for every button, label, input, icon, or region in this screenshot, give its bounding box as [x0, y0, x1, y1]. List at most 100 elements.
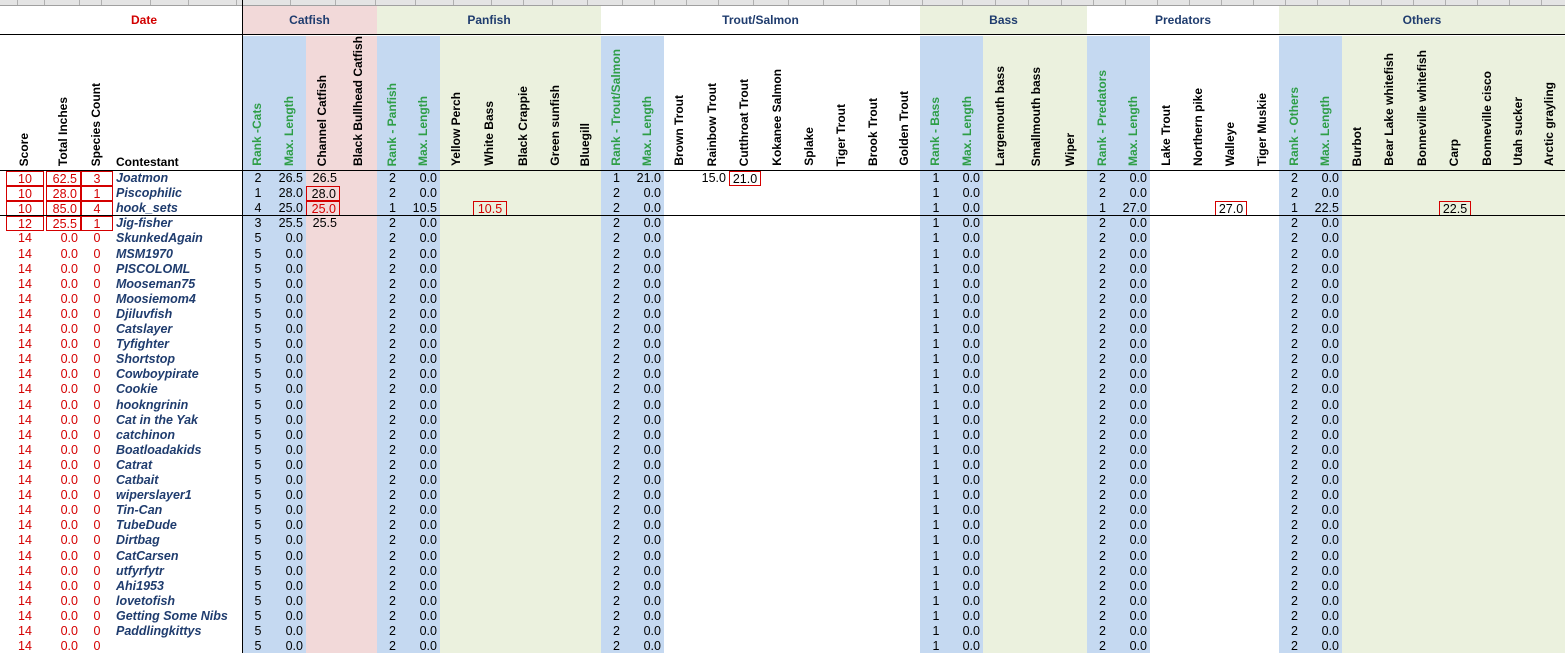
cell-pan-max[interactable]: 0.0	[408, 337, 440, 352]
cell-inches[interactable]: 0.0	[46, 352, 81, 367]
cell-score[interactable]: 14	[6, 277, 44, 292]
cell-trout-rank[interactable]: 2	[601, 292, 632, 307]
cell-species[interactable]: 3	[81, 171, 113, 186]
cell-species[interactable]: 0	[81, 247, 113, 262]
cell-cutthroat[interactable]: 21.0	[729, 171, 761, 186]
cell-inches[interactable]: 0.0	[46, 594, 81, 609]
cell-cats-max[interactable]: 0.0	[274, 564, 306, 579]
cell-bass-max[interactable]: 0.0	[952, 186, 983, 201]
cell-pan-rank[interactable]: 2	[377, 533, 408, 548]
cell-bass-rank[interactable]: 1	[920, 428, 952, 443]
cell-score[interactable]: 14	[6, 458, 44, 473]
cell-trout-max[interactable]: 0.0	[632, 564, 664, 579]
cell-channel[interactable]: 25.5	[306, 216, 340, 231]
cell-oth-rank[interactable]: 2	[1279, 277, 1310, 292]
cell-pred-max[interactable]: 0.0	[1118, 549, 1150, 564]
cell-pred-rank[interactable]: 1	[1087, 201, 1118, 216]
cell-trout-max[interactable]: 0.0	[632, 473, 664, 488]
cell-trout-max[interactable]: 0.0	[632, 609, 664, 624]
cell-pan-rank[interactable]: 2	[377, 473, 408, 488]
cell-trout-max[interactable]: 0.0	[632, 186, 664, 201]
cell-cats-max[interactable]: 0.0	[274, 322, 306, 337]
cell-cats-max[interactable]: 0.0	[274, 398, 306, 413]
cell-inches[interactable]: 0.0	[46, 292, 81, 307]
cell-pan-max[interactable]: 0.0	[408, 277, 440, 292]
cell-pred-rank[interactable]: 2	[1087, 382, 1118, 397]
cell-score[interactable]: 14	[6, 367, 44, 382]
cell-oth-rank[interactable]: 2	[1279, 171, 1310, 186]
cell-oth-max[interactable]: 0.0	[1310, 639, 1342, 654]
cell-oth-max[interactable]: 0.0	[1310, 518, 1342, 533]
cell-cats-rank[interactable]: 5	[242, 609, 274, 624]
cell-species[interactable]: 0	[81, 382, 113, 397]
cell-trout-max[interactable]: 0.0	[632, 488, 664, 503]
cell-carp[interactable]: 22.5	[1439, 201, 1471, 217]
cell-inches[interactable]: 0.0	[46, 609, 81, 624]
cell-species[interactable]: 0	[81, 277, 113, 292]
cell-bass-max[interactable]: 0.0	[952, 367, 983, 382]
cell-bass-max[interactable]: 0.0	[952, 247, 983, 262]
cell-pred-rank[interactable]: 2	[1087, 231, 1118, 246]
contestant-name[interactable]: Tin-Can	[114, 503, 242, 518]
cell-oth-max[interactable]: 0.0	[1310, 292, 1342, 307]
cell-pan-rank[interactable]: 2	[377, 594, 408, 609]
cell-oth-max[interactable]: 0.0	[1310, 609, 1342, 624]
cell-bass-rank[interactable]: 1	[920, 594, 952, 609]
cell-pred-rank[interactable]: 2	[1087, 579, 1118, 594]
cell-bass-max[interactable]: 0.0	[952, 488, 983, 503]
cell-bass-rank[interactable]: 1	[920, 518, 952, 533]
cell-pred-max[interactable]: 0.0	[1118, 639, 1150, 654]
cell-white-bass[interactable]: 10.5	[473, 201, 507, 217]
cell-pan-rank[interactable]: 2	[377, 639, 408, 654]
cell-cats-rank[interactable]: 5	[242, 352, 274, 367]
cell-oth-rank[interactable]: 2	[1279, 231, 1310, 246]
cell-species[interactable]: 0	[81, 609, 113, 624]
cell-cats-rank[interactable]: 5	[242, 594, 274, 609]
cell-species[interactable]: 0	[81, 624, 113, 639]
cell-cats-max[interactable]: 0.0	[274, 443, 306, 458]
cell-oth-rank[interactable]: 2	[1279, 337, 1310, 352]
cell-inches[interactable]: 0.0	[46, 579, 81, 594]
cell-oth-rank[interactable]: 2	[1279, 549, 1310, 564]
cell-pred-rank[interactable]: 2	[1087, 413, 1118, 428]
cell-cats-rank[interactable]: 5	[242, 473, 274, 488]
cell-cats-max[interactable]: 0.0	[274, 247, 306, 262]
cell-bass-max[interactable]: 0.0	[952, 624, 983, 639]
cell-score[interactable]: 14	[6, 639, 44, 654]
cell-cats-max[interactable]: 26.5	[274, 171, 306, 186]
cell-pred-rank[interactable]: 2	[1087, 337, 1118, 352]
cell-channel[interactable]: 25.0	[306, 201, 340, 217]
cell-pred-rank[interactable]: 2	[1087, 594, 1118, 609]
cell-bass-rank[interactable]: 1	[920, 262, 952, 277]
cell-cats-max[interactable]: 0.0	[274, 382, 306, 397]
cell-oth-rank[interactable]: 2	[1279, 473, 1310, 488]
cell-bass-rank[interactable]: 1	[920, 216, 952, 231]
cell-score[interactable]: 14	[6, 473, 44, 488]
cell-pan-rank[interactable]: 2	[377, 398, 408, 413]
cell-trout-rank[interactable]: 2	[601, 609, 632, 624]
cell-trout-rank[interactable]: 2	[601, 473, 632, 488]
cell-cats-max[interactable]: 0.0	[274, 503, 306, 518]
cell-pred-max[interactable]: 0.0	[1118, 262, 1150, 277]
contestant-name[interactable]: Getting Some Nibs	[114, 609, 242, 624]
cell-pan-rank[interactable]: 2	[377, 231, 408, 246]
cell-species[interactable]: 0	[81, 518, 113, 533]
cell-pan-max[interactable]: 0.0	[408, 171, 440, 186]
cell-oth-rank[interactable]: 2	[1279, 307, 1310, 322]
cell-cats-max[interactable]: 0.0	[274, 277, 306, 292]
cell-trout-max[interactable]: 0.0	[632, 262, 664, 277]
cell-pan-rank[interactable]: 2	[377, 503, 408, 518]
cell-trout-max[interactable]: 0.0	[632, 594, 664, 609]
cell-pred-max[interactable]: 0.0	[1118, 488, 1150, 503]
cell-pred-rank[interactable]: 2	[1087, 624, 1118, 639]
contestant-name[interactable]: Catrat	[114, 458, 242, 473]
cell-cats-max[interactable]: 28.0	[274, 186, 306, 201]
cell-cats-rank[interactable]: 3	[242, 216, 274, 231]
cell-trout-max[interactable]: 0.0	[632, 231, 664, 246]
cell-bass-max[interactable]: 0.0	[952, 458, 983, 473]
contestant-name[interactable]: TubeDude	[114, 518, 242, 533]
cell-pan-rank[interactable]: 1	[377, 201, 408, 216]
cell-cats-rank[interactable]: 5	[242, 564, 274, 579]
cell-inches[interactable]: 0.0	[46, 488, 81, 503]
cell-trout-max[interactable]: 0.0	[632, 382, 664, 397]
